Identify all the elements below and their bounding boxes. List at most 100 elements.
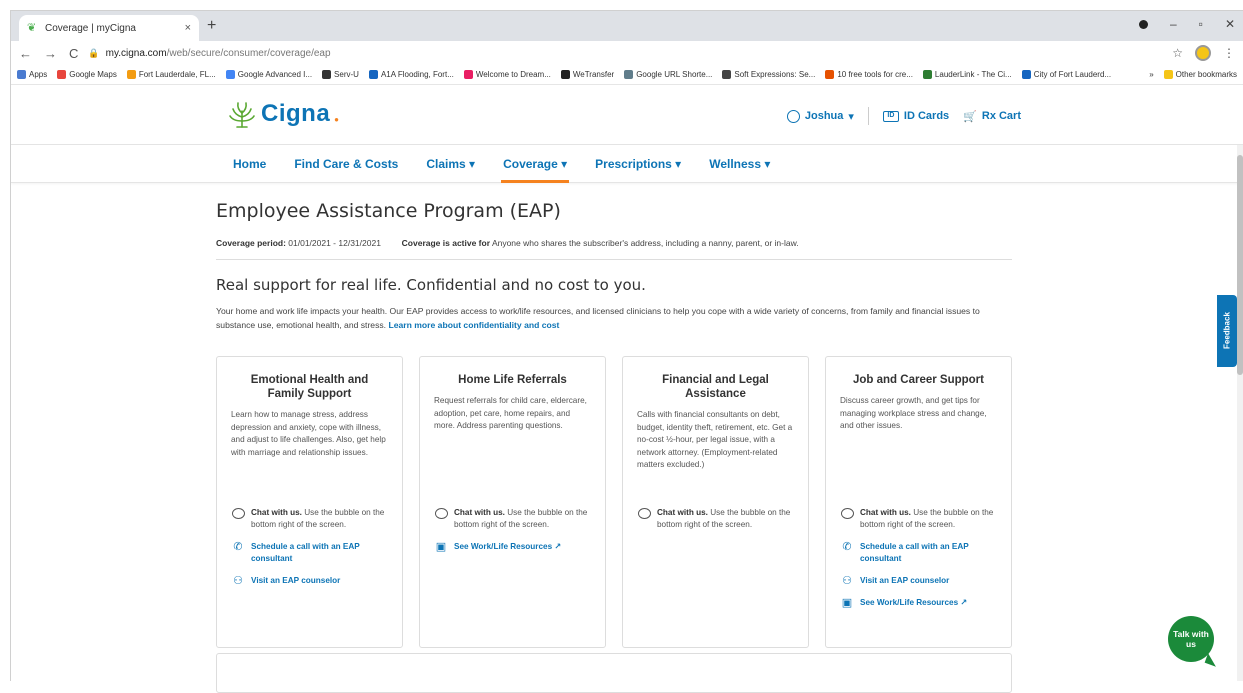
new-tab-button[interactable]: + — [207, 17, 216, 35]
bookmark-item[interactable]: 10 free tools for cre... — [825, 70, 913, 79]
user-name: Joshua — [804, 110, 844, 122]
visit-counselor-link[interactable]: Visit an EAP counselor — [251, 575, 340, 587]
bookmark-favicon-icon — [126, 70, 136, 79]
bookmark-item[interactable]: Google Maps — [57, 70, 117, 79]
chevron-down-icon: ▾ — [848, 110, 854, 123]
counselor-icon: ⚇ — [842, 575, 852, 587]
work-life-resources-link[interactable]: See Work/Life Resources ↗ — [454, 541, 561, 553]
rx-cart-link[interactable]: 🛒 Rx Cart — [963, 110, 1021, 123]
nav-home[interactable]: Home — [231, 145, 268, 183]
folder-icon — [1163, 70, 1173, 79]
schedule-action: ✆ Schedule a call with an EAP consultant — [840, 541, 1003, 565]
nav-prescriptions[interactable]: Prescriptions ▾ — [593, 145, 683, 183]
rx-cart-label: Rx Cart — [981, 110, 1021, 122]
url-host: my.cigna.com — [105, 47, 167, 59]
star-icon[interactable]: ☆ — [1172, 46, 1183, 60]
work-life-resources-link[interactable]: See Work/Life Resources ↗ — [860, 597, 967, 609]
bookmark-item[interactable]: Serv-U — [322, 70, 359, 79]
card-description: Calls with financial consultants on debt… — [637, 410, 793, 469]
logo-mark: ● — [334, 114, 340, 124]
bookmark-item[interactable]: Soft Expressions: Se... — [722, 70, 815, 79]
bookmark-favicon-icon — [17, 70, 26, 79]
nav-claims[interactable]: Claims ▾ — [424, 145, 477, 183]
restore-icon[interactable]: ▫ — [1199, 17, 1203, 31]
nav-wellness[interactable]: Wellness ▾ — [707, 145, 772, 183]
nav-find-care-costs[interactable]: Find Care & Costs — [292, 145, 400, 183]
phone-icon: ✆ — [233, 541, 243, 553]
window-controls: – ▫ ✕ — [1138, 17, 1235, 31]
section-heading: Real support for real life. Confidential… — [216, 276, 646, 294]
reload-icon[interactable]: C — [69, 46, 78, 61]
visit-action: ⚇ Visit an EAP counselor — [840, 575, 1003, 587]
other-bookmarks[interactable]: Other bookmarks — [1163, 70, 1237, 79]
bookmark-favicon-icon — [368, 70, 378, 79]
other-bookmarks-label: Other bookmarks — [1175, 70, 1237, 79]
schedule-call-link[interactable]: Schedule a call with an EAP consultant — [860, 541, 1003, 565]
talk-with-us-button[interactable]: Talk with us — [1168, 616, 1214, 662]
nav-coverage[interactable]: Coverage ▾ — [501, 145, 570, 183]
card-description: Learn how to manage stress, address depr… — [231, 410, 386, 457]
url-path: /web/secure/consumer/coverage/eap — [166, 47, 331, 59]
schedule-call-link[interactable]: Schedule a call with an EAP consultant — [251, 541, 394, 565]
bookmark-item[interactable]: Fort Lauderdale, FL... — [126, 70, 216, 79]
extension-icon[interactable] — [1195, 45, 1211, 61]
bookmark-item[interactable]: A1A Flooding, Fort... — [368, 70, 454, 79]
forward-arrow-icon[interactable]: → — [44, 46, 57, 61]
bookmark-label: 10 free tools for cre... — [837, 70, 913, 79]
cigna-tree-icon: ❦ — [27, 22, 37, 34]
bookmark-label: Google URL Shorte... — [636, 70, 713, 79]
intro-text: Your home and work life impacts your hea… — [216, 304, 1006, 332]
next-section-card — [216, 653, 1012, 693]
address-bar[interactable]: 🔒 my.cigna.com/web/secure/consumer/cover… — [88, 48, 1172, 59]
back-arrow-icon[interactable]: ← — [19, 46, 32, 61]
scrollbar[interactable] — [1237, 145, 1243, 681]
bookmark-item[interactable]: Google Advanced I... — [225, 70, 312, 79]
card-title: Emotional Health and Family Support — [250, 374, 369, 400]
minimize-icon[interactable]: – — [1170, 17, 1177, 31]
page-title: Employee Assistance Program (EAP) — [216, 200, 561, 222]
phone-icon: ✆ — [842, 541, 852, 553]
bookmark-label: Google Maps — [69, 70, 117, 79]
bookmark-label: Welcome to Dream... — [475, 70, 551, 79]
bookmark-label: LauderLink - The Ci... — [934, 70, 1012, 79]
bookmark-item[interactable]: Apps — [17, 70, 47, 79]
chat-label: Chat with us. — [454, 508, 505, 517]
chat-action: Chat with us. Use the bubble on the bott… — [231, 507, 394, 531]
card-title: Job and Career Support — [853, 374, 984, 386]
feedback-tab[interactable]: Feedback — [1217, 295, 1237, 367]
menu-icon[interactable]: ⋮ — [1223, 46, 1235, 60]
card-emotional-health: Emotional Health and Family Support Lear… — [216, 356, 403, 648]
close-tab-icon[interactable]: × — [185, 22, 191, 34]
bookmark-favicon-icon — [560, 70, 570, 79]
browser-tab[interactable]: ❦ Coverage | myCigna × — [19, 15, 199, 41]
coverage-active-label: Coverage is active for — [401, 238, 491, 248]
chat-bubble-icon — [840, 508, 854, 519]
confidentiality-link[interactable]: Learn more about confidentiality and cos… — [388, 320, 559, 330]
id-card-icon: ID — [882, 110, 899, 122]
tab-title: Coverage | myCigna — [45, 22, 136, 34]
bookmark-item[interactable]: LauderLink - The Ci... — [922, 70, 1012, 79]
id-cards-link[interactable]: ID ID Cards — [882, 110, 949, 122]
visit-counselor-link[interactable]: Visit an EAP counselor — [860, 575, 949, 587]
profile-icon[interactable] — [1138, 19, 1148, 29]
chat-bubble-icon — [637, 508, 651, 519]
bookmark-item[interactable]: Google URL Shorte... — [624, 70, 712, 79]
logo-text: Cigna — [261, 100, 331, 127]
bookmark-item[interactable]: WeTransfer — [560, 70, 614, 79]
bookmarks-bar: Apps Google Maps Fort Lauderdale, FL... Goo… — [11, 65, 1243, 85]
schedule-action: ✆ Schedule a call with an EAP consultant — [231, 541, 394, 565]
header-divider — [867, 107, 869, 125]
chat-bubble-icon — [231, 508, 245, 519]
user-menu[interactable]: Joshua ▾ — [786, 109, 854, 123]
feedback-label: Feedback — [1222, 312, 1232, 350]
bookmark-item[interactable]: Welcome to Dream... — [463, 70, 551, 79]
resources-action: ▣ See Work/Life Resources ↗ — [840, 597, 1003, 609]
card-home-life: Home Life Referrals Request referrals fo… — [419, 356, 606, 648]
scrollbar-thumb[interactable] — [1237, 155, 1243, 375]
card-job-career: Job and Career Support Discuss career gr… — [825, 356, 1012, 648]
cigna-logo[interactable]: Cigna ● — [227, 99, 339, 129]
bookmark-label: City of Fort Lauderd... — [1033, 70, 1112, 79]
bookmarks-more[interactable]: » — [1149, 70, 1153, 79]
bookmark-item[interactable]: City of Fort Lauderd... — [1021, 70, 1112, 79]
close-window-icon[interactable]: ✕ — [1225, 17, 1235, 31]
